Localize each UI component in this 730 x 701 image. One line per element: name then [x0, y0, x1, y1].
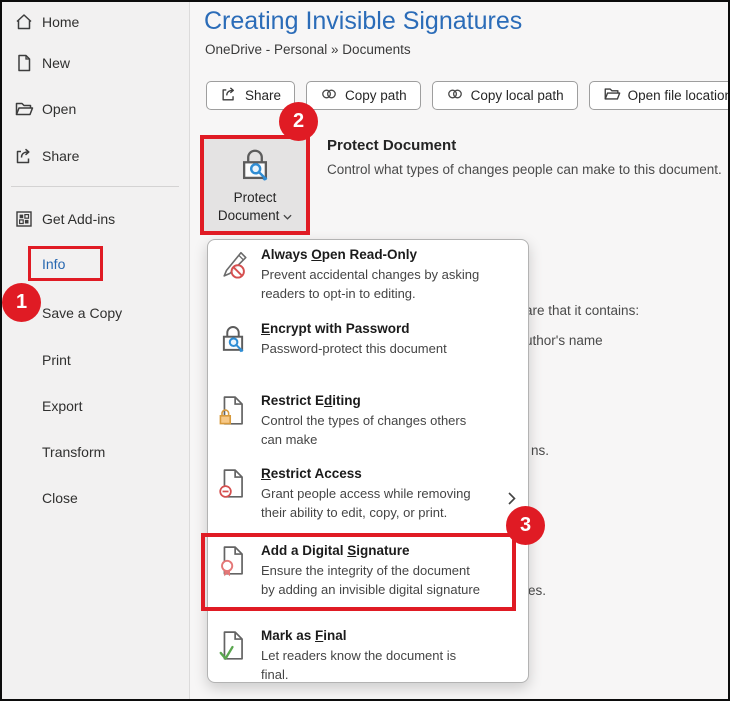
- protect-document-dropdown-menu: Always Open Read-Only Prevent accidental…: [207, 239, 529, 683]
- sidebar-label: Print: [42, 352, 71, 368]
- sidebar-label: Save a Copy: [42, 305, 122, 321]
- copy-local-path-label: Copy local path: [471, 88, 564, 103]
- pencil-block-icon: [218, 249, 254, 283]
- menu-item-title: Add a Digital Signature: [261, 543, 410, 558]
- sidebar-label: Get Add-ins: [42, 211, 115, 227]
- sidebar-item-open[interactable]: Open: [2, 99, 190, 125]
- protect-section-heading: Protect Document: [327, 137, 456, 154]
- menu-item-description: Control the types of changes others: [261, 413, 466, 428]
- menu-item-description: by adding an invisible digital signature: [261, 582, 480, 597]
- breadcrumb: OneDrive - Personal » Documents: [205, 42, 411, 57]
- protect-document-button[interactable]: Protect Document: [204, 139, 306, 231]
- page-title: Creating Invisible Signatures: [204, 7, 522, 36]
- backstage-sidebar: Home New Open Share Get Add-ins: [2, 2, 190, 699]
- open-folder-icon: [603, 85, 621, 106]
- addins-grid-icon: [14, 209, 34, 229]
- open-folder-icon: [14, 99, 34, 119]
- sidebar-label: Open: [42, 101, 76, 117]
- copy-local-path-button[interactable]: Copy local path: [432, 81, 578, 110]
- protect-button-label-line1: Protect: [204, 189, 306, 207]
- sidebar-item-export[interactable]: Export: [2, 396, 190, 422]
- document-block-icon: [218, 468, 254, 502]
- copy-path-label: Copy path: [345, 88, 407, 103]
- link-icon: [320, 85, 338, 106]
- background-text-fragment: are that it contains:: [525, 303, 639, 318]
- sidebar-label: Transform: [42, 444, 105, 460]
- menu-item-mark-as-final[interactable]: Mark as Final Let readers know the docum…: [208, 628, 528, 694]
- chevron-down-icon: [283, 208, 292, 223]
- menu-item-description: can make: [261, 432, 317, 447]
- menu-item-description: their ability to edit, copy, or print.: [261, 505, 447, 520]
- lock-key-icon: [218, 323, 254, 357]
- share-button[interactable]: Share: [206, 81, 295, 110]
- sidebar-item-save-a-copy[interactable]: Save a Copy: [2, 303, 190, 329]
- sidebar-label: Share: [42, 148, 79, 164]
- menu-item-title: Restrict Access: [261, 466, 362, 481]
- menu-item-restrict-editing[interactable]: Restrict Editing Control the types of ch…: [208, 393, 528, 459]
- sidebar-label: New: [42, 55, 70, 71]
- copy-path-button[interactable]: Copy path: [306, 81, 421, 110]
- document-ribbon-icon: [218, 545, 254, 579]
- new-document-icon: [14, 53, 34, 73]
- document-lock-icon: [218, 395, 254, 429]
- menu-item-description: Let readers know the document is: [261, 648, 456, 663]
- home-icon: [14, 12, 34, 32]
- link-icon: [446, 85, 464, 106]
- menu-item-always-open-read-only[interactable]: Always Open Read-Only Prevent accidental…: [208, 247, 528, 313]
- sidebar-item-info[interactable]: Info: [2, 254, 190, 280]
- menu-item-title: Restrict Editing: [261, 393, 361, 408]
- open-file-location-label: Open file location: [628, 88, 730, 103]
- app-window: Home New Open Share Get Add-ins: [0, 0, 730, 701]
- sidebar-item-get-addins[interactable]: Get Add-ins: [2, 209, 190, 235]
- menu-item-add-a-digital-signature[interactable]: Add a Digital Signature Ensure the integ…: [208, 543, 528, 609]
- share-icon: [14, 146, 34, 166]
- sidebar-label: Export: [42, 398, 82, 414]
- open-file-location-button[interactable]: Open file location: [589, 81, 730, 110]
- menu-item-description: readers to opt-in to editing.: [261, 286, 416, 301]
- sidebar-item-share[interactable]: Share: [2, 146, 190, 172]
- sidebar-item-transform[interactable]: Transform: [2, 442, 190, 468]
- protect-button-label-line2: Document: [218, 208, 280, 223]
- menu-item-restrict-access[interactable]: Restrict Access Grant people access whil…: [208, 466, 528, 532]
- menu-item-description: Password-protect this document: [261, 341, 447, 356]
- background-text-fragment: uthor's name: [525, 333, 603, 348]
- menu-item-description: Prevent accidental changes by asking: [261, 267, 479, 282]
- background-text-fragment: ns.: [531, 443, 549, 458]
- menu-item-title: Encrypt with Password: [261, 321, 410, 336]
- sidebar-item-print[interactable]: Print: [2, 350, 190, 376]
- menu-item-description: final.: [261, 667, 288, 682]
- share-icon: [220, 85, 238, 106]
- chevron-right-icon: [508, 492, 516, 510]
- sidebar-label: Info: [42, 256, 65, 272]
- sidebar-label: Home: [42, 14, 79, 30]
- sidebar-item-home[interactable]: Home: [2, 12, 190, 38]
- sidebar-item-close[interactable]: Close: [2, 488, 190, 514]
- background-text-fragment: es.: [528, 583, 546, 598]
- menu-item-title: Mark as Final: [261, 628, 347, 643]
- document-toolbar: Share Copy path Copy local path Open fil…: [206, 81, 730, 110]
- menu-item-encrypt-with-password[interactable]: Encrypt with Password Password-protect t…: [208, 321, 528, 369]
- menu-item-description: Grant people access while removing: [261, 486, 471, 501]
- menu-item-title: Always Open Read-Only: [261, 247, 417, 262]
- document-check-icon: [218, 630, 254, 664]
- menu-item-description: Ensure the integrity of the document: [261, 563, 470, 578]
- sidebar-item-new[interactable]: New: [2, 53, 190, 79]
- lock-key-icon: [204, 139, 306, 189]
- protect-section-description: Control what types of changes people can…: [327, 162, 722, 177]
- sidebar-divider: [11, 186, 179, 187]
- sidebar-label: Close: [42, 490, 78, 506]
- share-button-label: Share: [245, 88, 281, 103]
